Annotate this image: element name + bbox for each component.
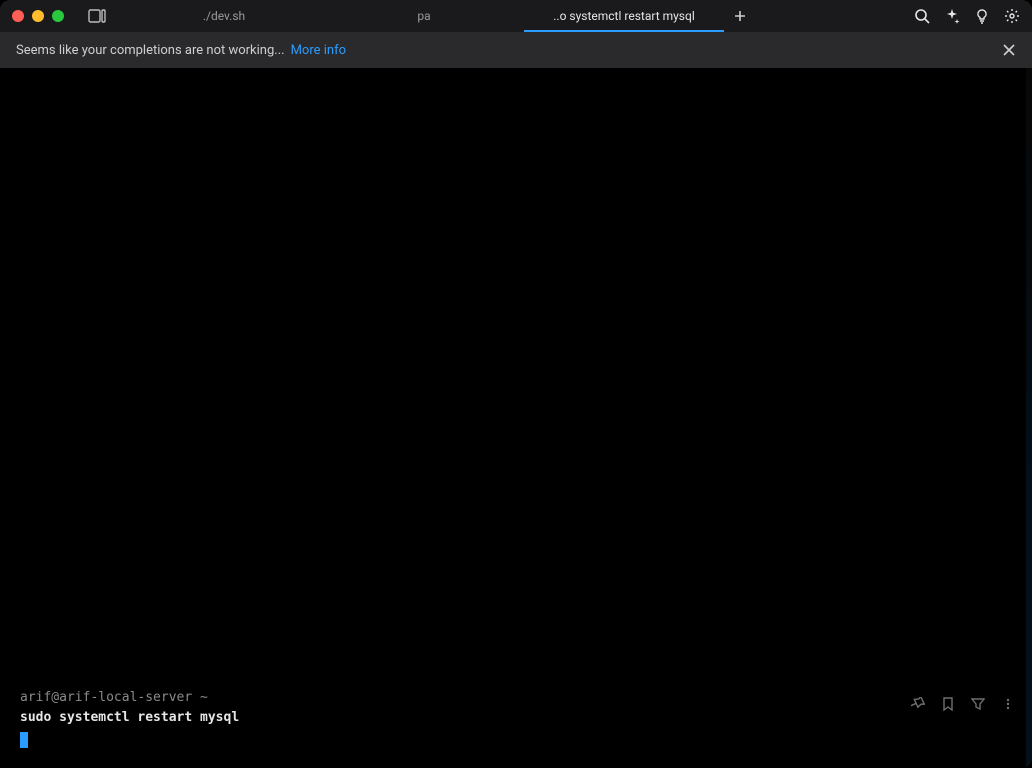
tab-label: pa — [417, 9, 430, 23]
titlebar-right-icons — [914, 8, 1020, 24]
minimize-window-button[interactable] — [32, 10, 44, 22]
prompt-command: sudo systemctl restart mysql — [20, 708, 239, 728]
prompt-ps1: arif@arif-local-server ~ — [20, 688, 208, 708]
terminal-body[interactable]: arif@arif-local-server ~ sudo systemctl … — [0, 68, 1032, 768]
titlebar: ./dev.sh pa ..o systemctl restart mysql — [0, 0, 1032, 32]
cursor — [20, 732, 28, 748]
close-window-button[interactable] — [12, 10, 24, 22]
bulb-icon — [974, 8, 990, 24]
tab-dev-sh[interactable]: ./dev.sh — [124, 0, 324, 32]
window-controls — [12, 10, 64, 22]
search-icon — [914, 8, 930, 24]
tab-label: ./dev.sh — [203, 9, 245, 23]
sparkle-icon — [944, 8, 960, 24]
scrollbar[interactable] — [1026, 68, 1032, 768]
prompt-block: arif@arif-local-server ~ sudo systemctl … — [0, 688, 1032, 768]
app-window: ./dev.sh pa ..o systemctl restart mysql — [0, 0, 1032, 768]
banner-message: Seems like your completions are not work… — [16, 43, 285, 58]
new-tab-button[interactable] — [724, 0, 756, 32]
tab-strip: ./dev.sh pa ..o systemctl restart mysql — [124, 0, 906, 32]
notification-banner: Seems like your completions are not work… — [0, 32, 1032, 68]
zoom-window-button[interactable] — [52, 10, 64, 22]
close-icon — [1002, 43, 1016, 57]
sparkle-button[interactable] — [944, 8, 960, 24]
bulb-button[interactable] — [974, 8, 990, 24]
tab-pa[interactable]: pa — [324, 0, 524, 32]
tab-systemctl-restart-mysql[interactable]: ..o systemctl restart mysql — [524, 0, 724, 32]
search-button[interactable] — [914, 8, 930, 24]
banner-more-info-link[interactable]: More info — [291, 43, 346, 58]
panel-toggle-button[interactable] — [84, 9, 110, 23]
banner-close-button[interactable] — [1002, 43, 1016, 57]
settings-button[interactable] — [1004, 8, 1020, 24]
gear-icon — [1004, 8, 1020, 24]
tab-label: ..o systemctl restart mysql — [553, 9, 695, 23]
plus-icon — [734, 10, 746, 22]
